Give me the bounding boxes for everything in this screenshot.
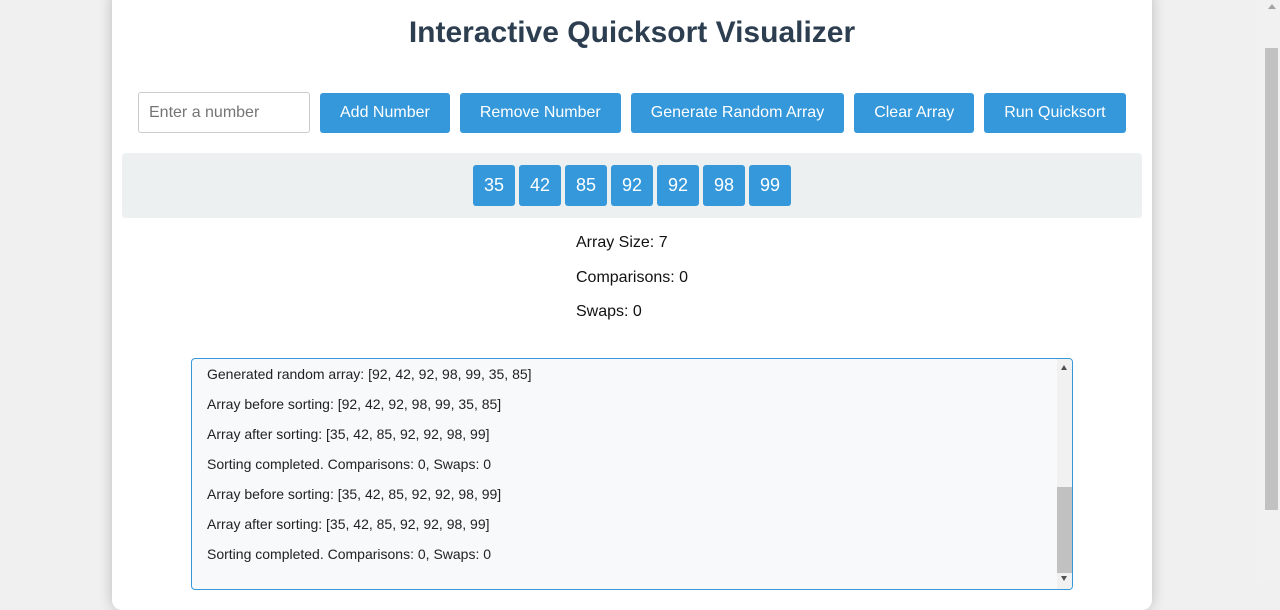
array-size-stat: Array Size: 7 [576, 234, 668, 251]
clear-array-button[interactable]: Clear Array [854, 92, 975, 133]
stats-panel: Array Size: 7 Comparisons: 0 Swaps: 0 [576, 234, 688, 338]
page-scrollbar[interactable] [1263, 0, 1280, 581]
array-element: 99 [749, 165, 791, 206]
log-lines: Generated random array: [92, 42, 92, 98,… [207, 363, 532, 573]
generate-random-array-button[interactable]: Generate Random Array [630, 92, 845, 133]
log-line: Generated random array: [92, 42, 92, 98,… [207, 366, 532, 382]
log-line: Sorting completed. Comparisons: 0, Swaps… [207, 456, 492, 472]
remove-number-button[interactable]: Remove Number [459, 92, 621, 133]
log-line: Array after sorting: [35, 42, 85, 92, 92… [207, 426, 490, 442]
log-panel[interactable]: Generated random array: [92, 42, 92, 98,… [191, 358, 1073, 590]
scroll-down-arrow-icon[interactable] [1061, 576, 1067, 581]
log-line: Array before sorting: [35, 42, 85, 92, 9… [207, 486, 502, 502]
visualizer-container: Interactive Quicksort Visualizer Add Num… [112, 0, 1152, 610]
array-display: 35 42 85 92 92 98 99 [122, 153, 1142, 218]
swaps-stat: Swaps: 0 [576, 303, 642, 320]
scroll-up-arrow-icon[interactable] [1061, 365, 1067, 370]
log-line: Sorting completed. Comparisons: 0, Swaps… [207, 546, 492, 562]
page-title: Interactive Quicksort Visualizer [408, 16, 856, 49]
page-scroll-up-arrow-icon[interactable] [1268, 4, 1276, 9]
comparisons-stat: Comparisons: 0 [576, 268, 689, 286]
log-line: Array before sorting: [92, 42, 92, 98, 9… [207, 396, 502, 412]
array-element: 98 [703, 165, 745, 206]
add-number-button[interactable]: Add Number [320, 92, 450, 133]
log-scrollbar-thumb[interactable] [1057, 487, 1072, 573]
log-line: Array after sorting: [35, 42, 85, 92, 92… [207, 516, 490, 532]
number-input[interactable] [138, 92, 310, 133]
array-element: 92 [657, 165, 699, 206]
array-element: 42 [519, 165, 561, 206]
run-quicksort-button[interactable]: Run Quicksort [984, 92, 1126, 133]
array-element: 92 [611, 165, 653, 206]
page-scrollbar-thumb[interactable] [1265, 48, 1278, 510]
array-element: 35 [473, 165, 515, 206]
array-element: 85 [565, 165, 607, 206]
controls-bar: Add Number Remove Number Generate Random… [138, 92, 1136, 133]
log-scrollbar[interactable] [1057, 359, 1072, 589]
